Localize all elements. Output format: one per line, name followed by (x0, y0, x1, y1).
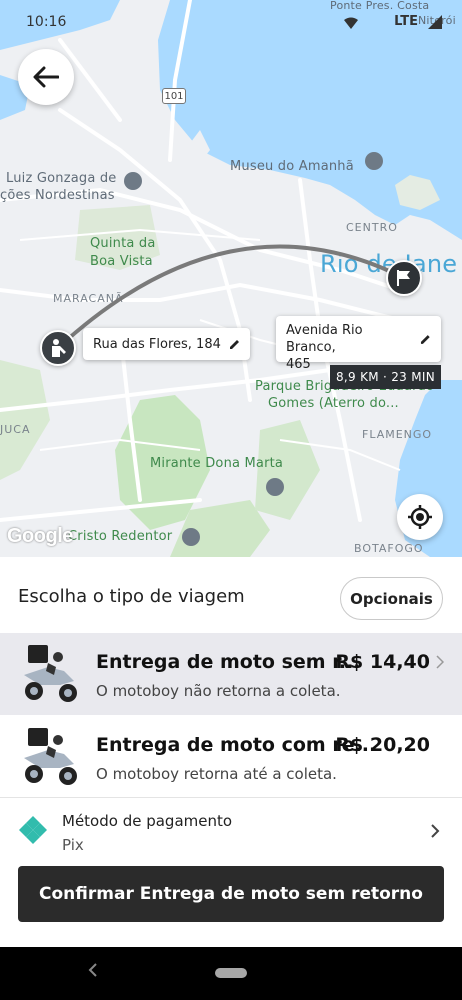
chevron-right-icon (431, 824, 440, 838)
sheet-title: Escolha o tipo de viagem (18, 586, 245, 607)
ride-option-with-return[interactable]: Entrega de moto com re... R$ 20,20 O mot… (0, 716, 462, 798)
ride-options-sheet: Escolha o tipo de viagem Opcionais Entre… (0, 557, 462, 947)
distance-time-badge: 8,9 KM · 23 MIN (330, 365, 441, 389)
flag-icon (397, 270, 410, 286)
destination-address-line1: Avenida Rio Branco, (286, 323, 363, 355)
ride-description: O motoboy retorna até a coleta. (96, 765, 337, 783)
destination-address-bubble[interactable]: Avenida Rio Branco, 465 (276, 316, 441, 372)
google-logo: Google (7, 525, 73, 547)
map-view[interactable]: Ponte Pres. Costa Niterói Museu do Amanh… (0, 0, 462, 557)
destination-pin[interactable] (386, 260, 422, 296)
motorcycle-delivery-icon (24, 728, 77, 785)
ride-price: R$ 14,40 (335, 651, 430, 673)
pencil-icon (229, 339, 239, 349)
nav-home-pill[interactable] (215, 968, 247, 978)
ride-name: Entrega de moto com re... (96, 734, 377, 756)
sheet-header: Escolha o tipo de viagem Opcionais (0, 557, 462, 633)
wifi-icon (344, 14, 358, 33)
status-time: 10:16 (26, 14, 67, 30)
payment-method-row[interactable]: Método de pagamento Pix (0, 799, 462, 863)
nav-back-icon[interactable] (88, 963, 98, 977)
back-button[interactable] (18, 49, 74, 105)
motorcycle-delivery-icon (24, 645, 77, 702)
person-waving-icon (52, 339, 66, 357)
origin-address-bubble[interactable]: Rua das Flores, 184 (83, 328, 250, 360)
signal-icon (428, 14, 442, 33)
payment-method-label: Método de pagamento (62, 812, 233, 830)
ride-description: O motoboy não retorna a coleta. (96, 682, 341, 700)
my-location-button[interactable] (397, 494, 443, 540)
pix-icon (19, 816, 47, 844)
system-navigation-bar (0, 947, 462, 1000)
ride-name: Entrega de moto sem r... (96, 651, 361, 673)
network-type: LTE (394, 14, 418, 29)
status-bar: 10:16 LTE (0, 0, 462, 40)
crosshair-icon (408, 505, 432, 529)
pencil-icon (421, 335, 431, 344)
options-button[interactable]: Opcionais (340, 577, 443, 620)
origin-pin[interactable] (40, 330, 76, 366)
chevron-right-icon (436, 655, 444, 669)
ride-price: R$ 20,20 (335, 734, 430, 756)
payment-method-value: Pix (62, 836, 84, 854)
confirm-button[interactable]: Confirmar Entrega de moto sem retorno (18, 866, 444, 922)
ride-option-no-return[interactable]: Entrega de moto sem r... R$ 14,40 O moto… (0, 633, 462, 715)
arrow-left-icon (33, 66, 59, 88)
origin-address: Rua das Flores, 184 (93, 336, 221, 352)
